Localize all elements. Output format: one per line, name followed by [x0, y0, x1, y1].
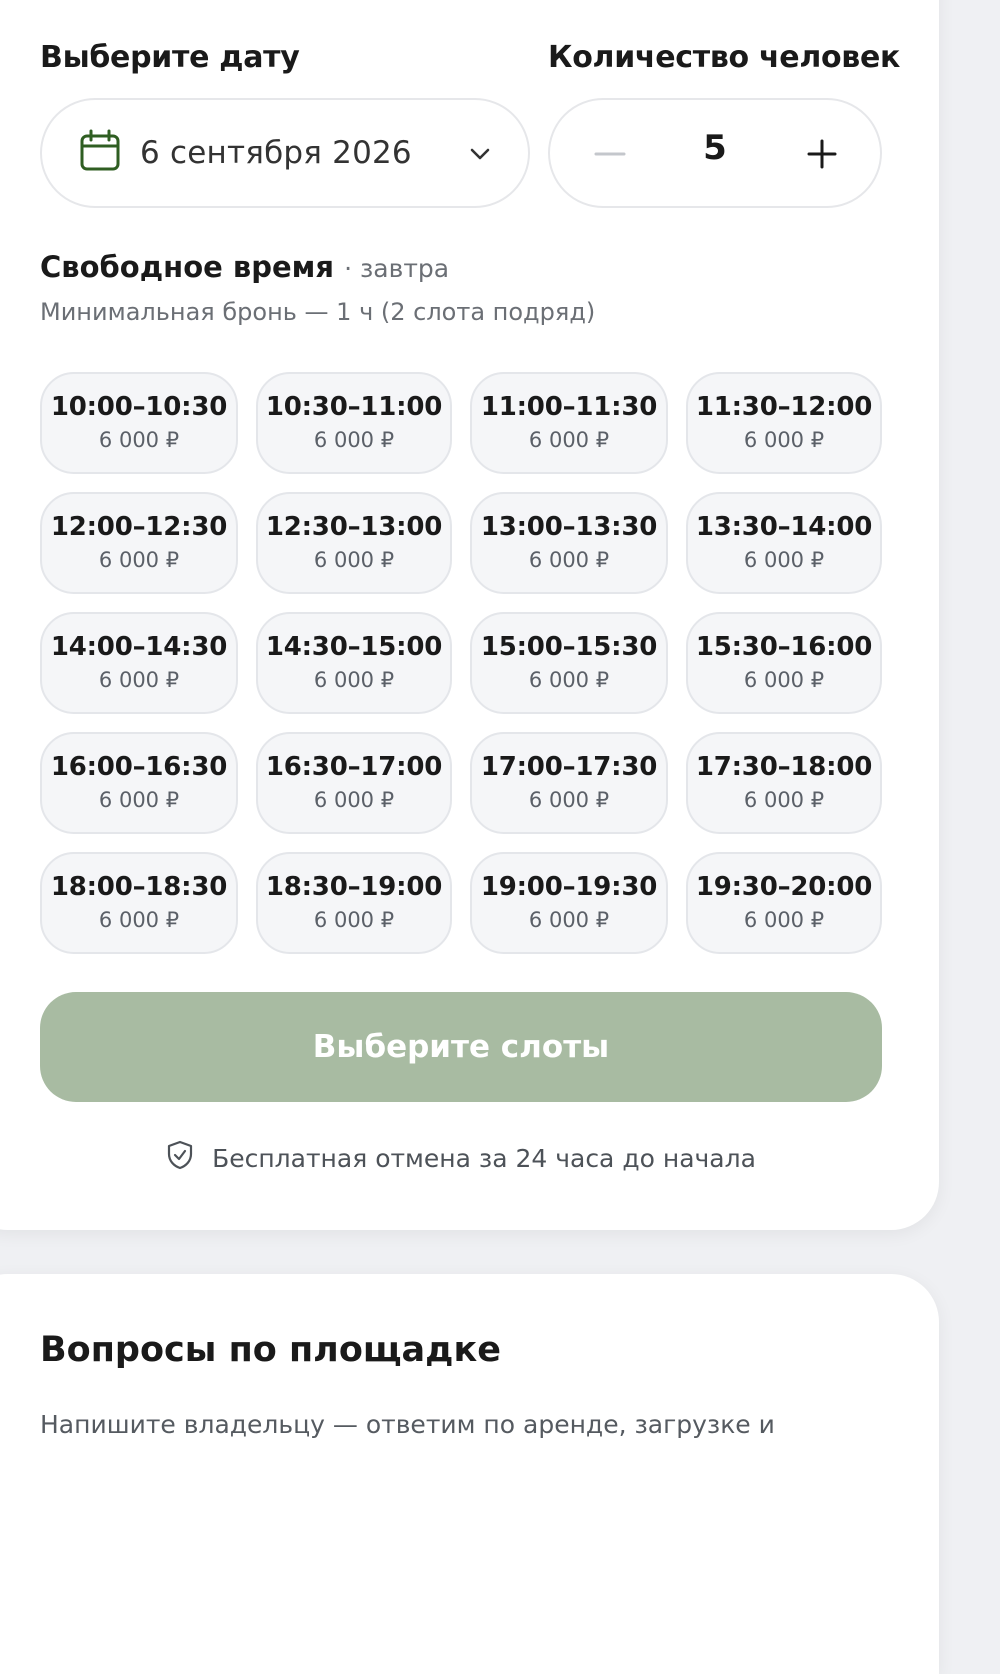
time-slot-button[interactable]: 16:30–17:00 6 000 ₽: [256, 732, 452, 834]
cancellation-text: Бесплатная отмена за 24 часа до начала: [212, 1143, 756, 1173]
time-slot-button[interactable]: 19:30–20:00 6 000 ₽: [686, 852, 882, 954]
time-slot-button[interactable]: 10:30–11:00 6 000 ₽: [256, 372, 452, 474]
free-time-heading: Свободное время · завтра: [40, 250, 449, 284]
slot-price: 6 000 ₽: [98, 788, 180, 812]
time-slot-button[interactable]: 11:00–11:30 6 000 ₽: [470, 372, 668, 474]
time-slot-button[interactable]: 11:30–12:00 6 000 ₽: [686, 372, 882, 474]
date-label: Выберите дату: [40, 40, 300, 75]
slot-time: 10:00–10:30: [50, 392, 228, 422]
free-time-title: Свободное время: [40, 250, 334, 284]
time-slot-button[interactable]: 17:00–17:30 6 000 ₽: [470, 732, 668, 834]
slot-price: 6 000 ₽: [528, 548, 610, 572]
slot-price: 6 000 ₽: [743, 788, 825, 812]
time-slot-button[interactable]: 14:30–15:00 6 000 ₽: [256, 612, 452, 714]
slot-time: 17:30–18:00: [695, 752, 873, 782]
time-slot-button[interactable]: 12:00–12:30 6 000 ₽: [40, 492, 238, 594]
time-slot-button[interactable]: 13:30–14:00 6 000 ₽: [686, 492, 882, 594]
time-slot-button[interactable]: 13:00–13:30 6 000 ₽: [470, 492, 668, 594]
slot-time: 14:00–14:30: [50, 632, 228, 662]
slot-price: 6 000 ₽: [743, 548, 825, 572]
date-picker[interactable]: 6 сентября 2026: [40, 98, 530, 208]
slot-price: 6 000 ₽: [743, 428, 825, 452]
time-slot-button[interactable]: 10:00–10:30 6 000 ₽: [40, 372, 238, 474]
time-slot-button[interactable]: 17:30–18:00 6 000 ₽: [686, 732, 882, 834]
time-slot-button[interactable]: 15:00–15:30 6 000 ₽: [470, 612, 668, 714]
slot-price: 6 000 ₽: [743, 668, 825, 692]
people-stepper[interactable]: 5: [548, 98, 882, 208]
slot-time: 18:30–19:00: [265, 872, 443, 902]
slot-time: 19:30–20:00: [695, 872, 873, 902]
slot-price: 6 000 ₽: [98, 908, 180, 932]
slot-price: 6 000 ₽: [528, 428, 610, 452]
slot-time: 10:30–11:00: [265, 392, 443, 422]
select-slots-button[interactable]: Выберите слоты: [40, 992, 882, 1102]
time-slot-button[interactable]: 15:30–16:00 6 000 ₽: [686, 612, 882, 714]
people-label: Количество человек: [548, 40, 901, 75]
slot-price: 6 000 ₽: [98, 548, 180, 572]
date-value: 6 сентября 2026: [140, 135, 412, 171]
cancellation-note: Бесплатная отмена за 24 часа до начала: [0, 1140, 922, 1176]
slot-price: 6 000 ₽: [528, 788, 610, 812]
slot-price: 6 000 ₽: [313, 548, 395, 572]
slots-grid: 10:00–10:30 6 000 ₽10:30–11:00 6 000 ₽11:0…: [40, 372, 882, 954]
plus-icon[interactable]: [802, 134, 842, 174]
slot-price: 6 000 ₽: [313, 428, 395, 452]
slot-time: 11:30–12:00: [695, 392, 873, 422]
chevron-down-icon: [468, 142, 492, 171]
slot-price: 6 000 ₽: [313, 788, 395, 812]
slot-time: 16:30–17:00: [265, 752, 443, 782]
slot-time: 19:00–19:30: [480, 872, 658, 902]
shield-check-icon: [166, 1140, 212, 1176]
slot-time: 15:30–16:00: [695, 632, 873, 662]
slot-price: 6 000 ₽: [743, 908, 825, 932]
slot-time: 13:30–14:00: [695, 512, 873, 542]
slot-price: 6 000 ₽: [313, 908, 395, 932]
slot-time: 11:00–11:30: [480, 392, 658, 422]
slot-time: 16:00–16:30: [50, 752, 228, 782]
slot-time: 12:00–12:30: [50, 512, 228, 542]
time-slot-button[interactable]: 16:00–16:30 6 000 ₽: [40, 732, 238, 834]
slot-price: 6 000 ₽: [528, 908, 610, 932]
time-slot-button[interactable]: 14:00–14:30 6 000 ₽: [40, 612, 238, 714]
time-slot-button[interactable]: 12:30–13:00 6 000 ₽: [256, 492, 452, 594]
time-slot-button[interactable]: 18:30–19:00 6 000 ₽: [256, 852, 452, 954]
slot-price: 6 000 ₽: [98, 428, 180, 452]
slot-price: 6 000 ₽: [313, 668, 395, 692]
slot-price: 6 000 ₽: [528, 668, 610, 692]
slot-time: 14:30–15:00: [265, 632, 443, 662]
slot-price: 6 000 ₽: [98, 668, 180, 692]
calendar-icon: [78, 129, 122, 178]
time-slot-button[interactable]: 19:00–19:30 6 000 ₽: [470, 852, 668, 954]
questions-title: Вопросы по площадке: [40, 1330, 501, 1370]
questions-text: Напишите владельцу — ответим по аренде, …: [40, 1410, 775, 1439]
slot-time: 17:00–17:30: [480, 752, 658, 782]
slot-time: 18:00–18:30: [50, 872, 228, 902]
time-slot-button[interactable]: 18:00–18:30 6 000 ₽: [40, 852, 238, 954]
slot-time: 12:30–13:00: [265, 512, 443, 542]
slot-time: 13:00–13:30: [480, 512, 658, 542]
slot-time: 15:00–15:30: [480, 632, 658, 662]
min-booking-note: Минимальная бронь — 1 ч (2 слота подряд): [40, 298, 596, 326]
free-time-subtitle: · завтра: [344, 254, 450, 283]
